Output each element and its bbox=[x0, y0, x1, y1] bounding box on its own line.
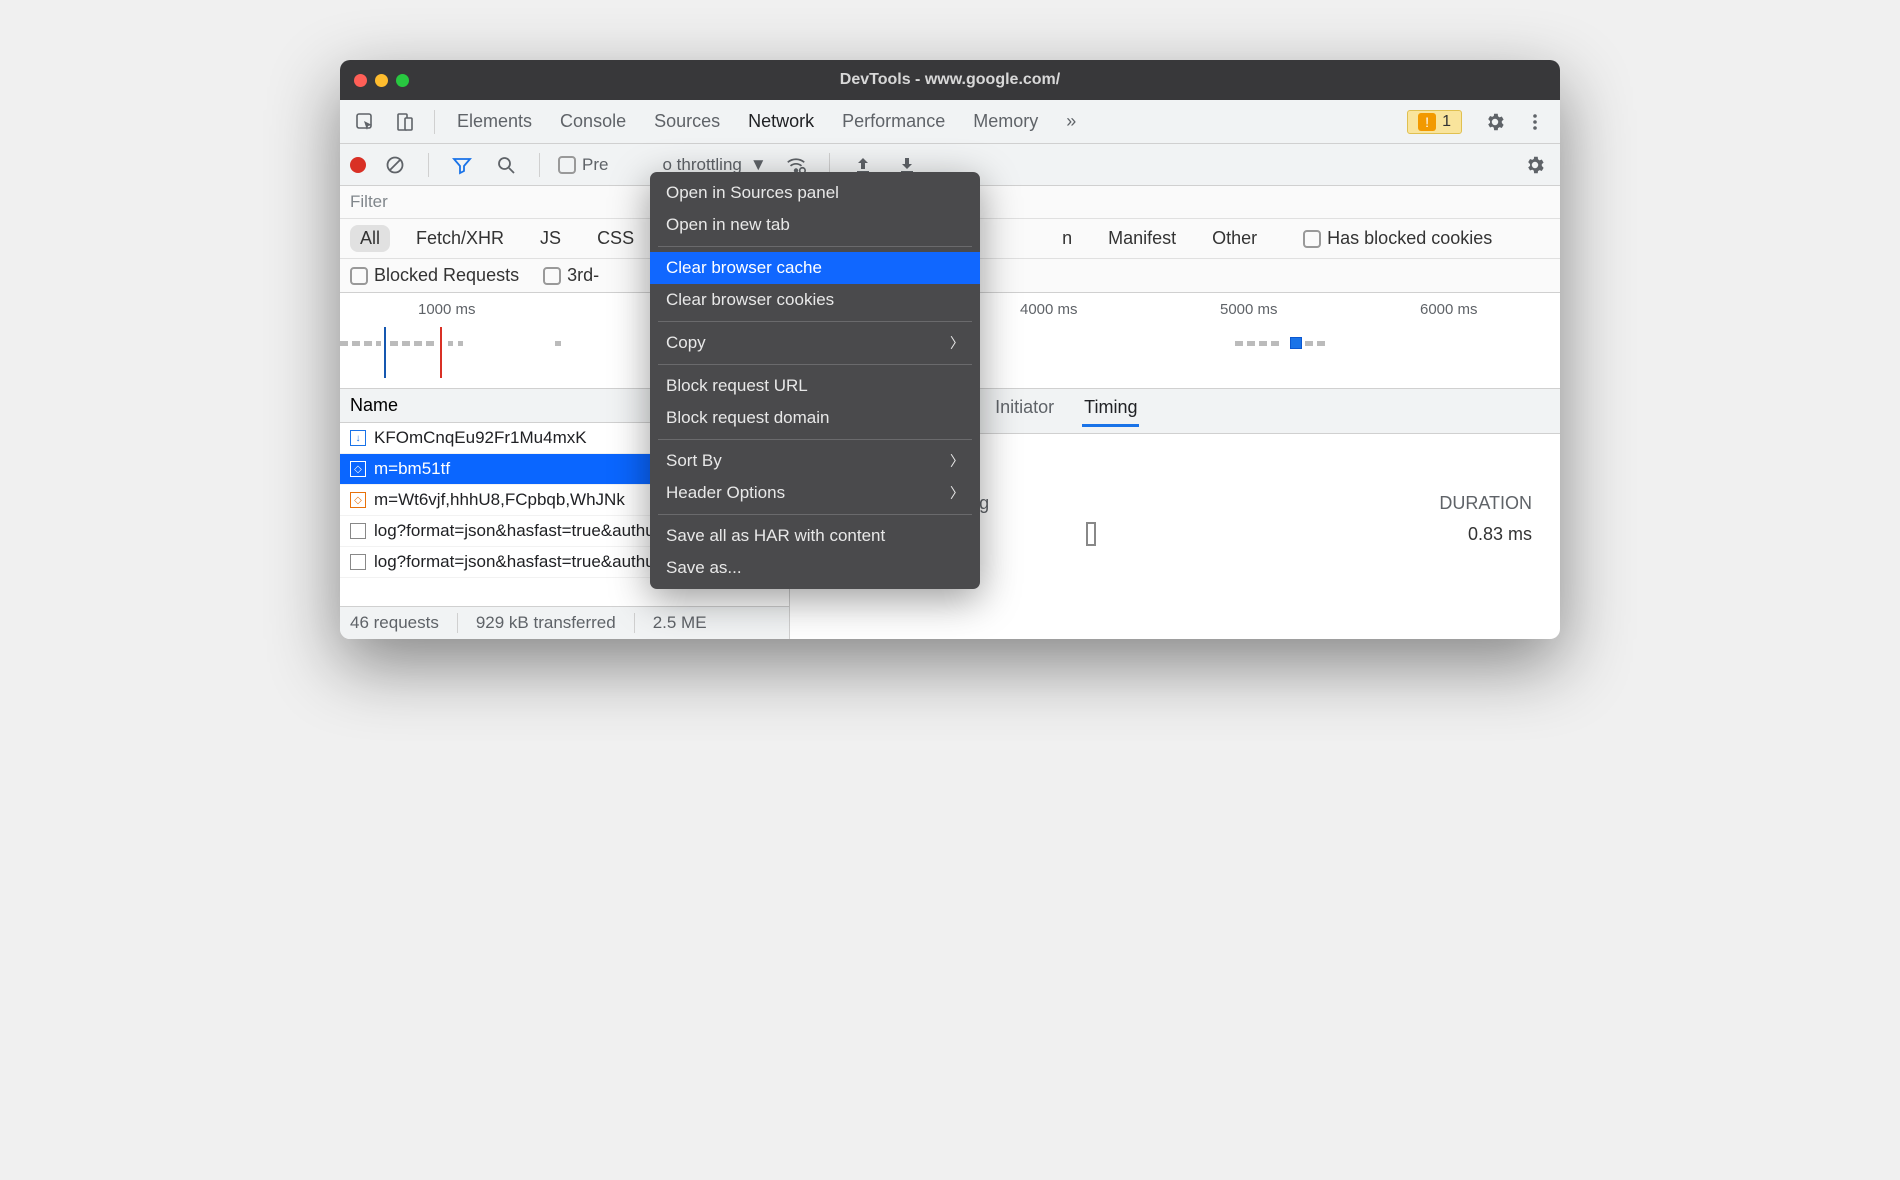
queueing-bar bbox=[1086, 522, 1096, 546]
chevron-right-icon: 〉 bbox=[950, 483, 964, 503]
cm-clear-cookies[interactable]: Clear browser cookies bbox=[650, 284, 980, 316]
zoom-window-button[interactable] bbox=[396, 74, 409, 87]
main-tabs: Elements Console Sources Network Perform… bbox=[455, 107, 1078, 136]
request-name: log?format=json&hasfast=true&authu… bbox=[374, 552, 672, 572]
filter-icon[interactable] bbox=[447, 150, 477, 180]
close-window-button[interactable] bbox=[354, 74, 367, 87]
type-js[interactable]: JS bbox=[530, 225, 571, 252]
subtab-initiator[interactable]: Initiator bbox=[993, 395, 1056, 427]
type-css[interactable]: CSS bbox=[587, 225, 644, 252]
tab-sources[interactable]: Sources bbox=[652, 107, 722, 136]
tab-console[interactable]: Console bbox=[558, 107, 628, 136]
issues-badge[interactable]: ! 1 bbox=[1407, 110, 1462, 134]
cm-separator bbox=[658, 246, 972, 247]
clear-icon[interactable] bbox=[380, 150, 410, 180]
cm-open-sources[interactable]: Open in Sources panel bbox=[650, 177, 980, 209]
cm-copy[interactable]: Copy〉 bbox=[650, 327, 980, 359]
settings-icon[interactable] bbox=[1480, 107, 1510, 137]
cm-separator bbox=[658, 321, 972, 322]
separator bbox=[539, 153, 540, 177]
cm-save-as[interactable]: Save as... bbox=[650, 552, 980, 584]
type-partial-n[interactable]: n bbox=[1052, 225, 1082, 252]
time-label: 1000 ms bbox=[418, 301, 476, 318]
devtools-window: DevTools - www.google.com/ Elements Cons… bbox=[340, 60, 1560, 639]
time-label: 5000 ms bbox=[1220, 301, 1278, 318]
device-toggle-icon[interactable] bbox=[390, 107, 420, 137]
type-manifest[interactable]: Manifest bbox=[1098, 225, 1186, 252]
traffic-lights bbox=[354, 74, 409, 87]
queueing-value: 0.83 ms bbox=[1468, 524, 1532, 545]
has-blocked-cookies-checkbox[interactable]: Has blocked cookies bbox=[1303, 228, 1492, 249]
request-name: log?format=json&hasfast=true&authu… bbox=[374, 521, 672, 541]
cm-open-new-tab[interactable]: Open in new tab bbox=[650, 209, 980, 241]
main-tabs-row: Elements Console Sources Network Perform… bbox=[340, 100, 1560, 144]
subtab-timing[interactable]: Timing bbox=[1082, 395, 1139, 427]
cm-sort-by[interactable]: Sort By〉 bbox=[650, 445, 980, 477]
filter-input[interactable]: Filter bbox=[350, 192, 388, 211]
titlebar: DevTools - www.google.com/ bbox=[340, 60, 1560, 100]
duration-header: DURATION bbox=[1439, 493, 1532, 514]
minimize-window-button[interactable] bbox=[375, 74, 388, 87]
tab-elements[interactable]: Elements bbox=[455, 107, 534, 136]
context-menu: Open in Sources panel Open in new tab Cl… bbox=[650, 172, 980, 589]
search-icon[interactable] bbox=[491, 150, 521, 180]
type-other[interactable]: Other bbox=[1202, 225, 1267, 252]
chevron-right-icon: 〉 bbox=[950, 333, 964, 353]
file-icon bbox=[350, 554, 366, 570]
type-fetch-xhr[interactable]: Fetch/XHR bbox=[406, 225, 514, 252]
chevron-right-icon: 〉 bbox=[950, 451, 964, 471]
cm-save-har[interactable]: Save all as HAR with content bbox=[650, 520, 980, 552]
transferred-size: 929 kB transferred bbox=[457, 613, 616, 633]
domcontentloaded-marker bbox=[384, 327, 386, 378]
tab-performance[interactable]: Performance bbox=[840, 107, 947, 136]
cm-separator bbox=[658, 364, 972, 365]
third-party-checkbox[interactable]: 3rd- bbox=[543, 265, 599, 286]
file-icon: ◇ bbox=[350, 492, 366, 508]
tab-network[interactable]: Network bbox=[746, 107, 816, 136]
cm-block-domain[interactable]: Block request domain bbox=[650, 402, 980, 434]
tab-more[interactable]: » bbox=[1064, 107, 1078, 136]
tab-memory[interactable]: Memory bbox=[971, 107, 1040, 136]
record-button[interactable] bbox=[350, 157, 366, 173]
cm-separator bbox=[658, 439, 972, 440]
request-count: 46 requests bbox=[350, 613, 439, 633]
file-icon: ◇ bbox=[350, 461, 366, 477]
issues-count: 1 bbox=[1442, 113, 1451, 131]
resources-size: 2.5 ME bbox=[634, 613, 707, 633]
time-label: 6000 ms bbox=[1420, 301, 1478, 318]
cm-clear-cache[interactable]: Clear browser cache bbox=[650, 252, 980, 284]
request-name: KFOmCnqEu92Fr1Mu4mxK bbox=[374, 428, 587, 448]
request-name: m=Wt6vjf,hhhU8,FCpbqb,WhJNk bbox=[374, 490, 625, 510]
preserve-log-checkbox[interactable]: Pre bbox=[558, 155, 608, 175]
separator bbox=[434, 110, 435, 134]
cm-header-options[interactable]: Header Options〉 bbox=[650, 477, 980, 509]
window-title: DevTools - www.google.com/ bbox=[340, 71, 1560, 89]
blocked-requests-checkbox[interactable]: Blocked Requests bbox=[350, 265, 519, 286]
separator bbox=[428, 153, 429, 177]
type-all[interactable]: All bbox=[350, 225, 390, 252]
file-icon bbox=[350, 523, 366, 539]
warning-icon: ! bbox=[1418, 113, 1436, 131]
file-icon: ↓ bbox=[350, 430, 366, 446]
current-position-marker bbox=[1290, 337, 1302, 349]
request-name: m=bm51tf bbox=[374, 459, 450, 479]
inspect-icon[interactable] bbox=[350, 107, 380, 137]
cm-separator bbox=[658, 514, 972, 515]
network-settings-icon[interactable] bbox=[1520, 150, 1550, 180]
load-marker bbox=[440, 327, 442, 378]
status-bar: 46 requests 929 kB transferred 2.5 ME bbox=[340, 606, 789, 639]
time-label: 4000 ms bbox=[1020, 301, 1078, 318]
cm-block-url[interactable]: Block request URL bbox=[650, 370, 980, 402]
more-icon[interactable] bbox=[1520, 107, 1550, 137]
